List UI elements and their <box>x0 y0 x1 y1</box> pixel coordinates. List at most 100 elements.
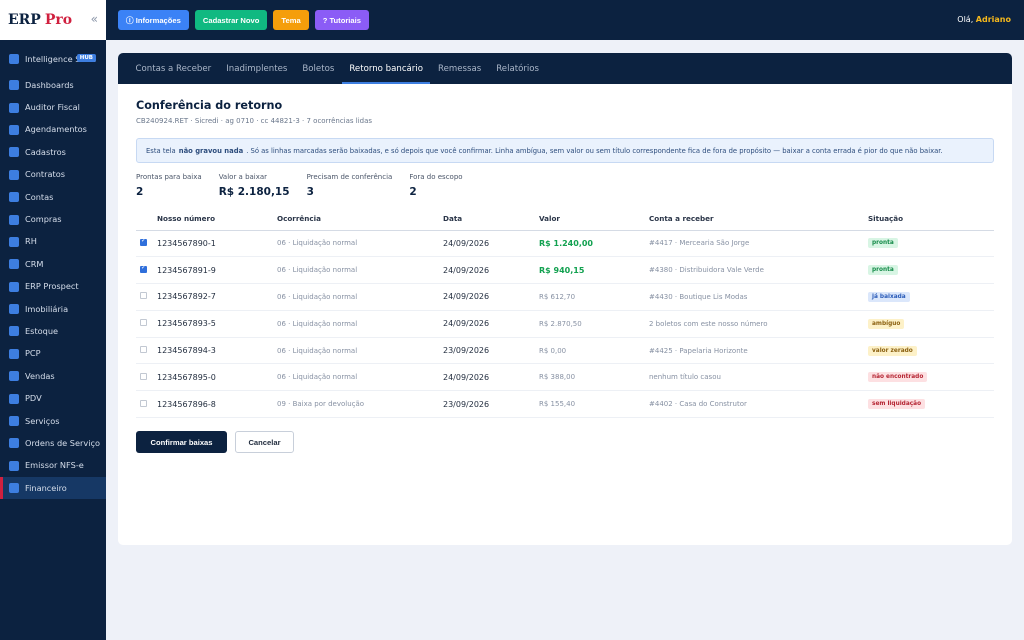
module-icon <box>9 80 19 91</box>
sidebar-item-pcp[interactable]: PCP <box>0 343 106 365</box>
top-bar: ⓘ Informações Cadastrar Novo Tema ? Tuto… <box>106 0 1024 40</box>
module-icon <box>9 259 19 270</box>
column-header: Conta a receber <box>649 208 868 231</box>
valor: R$ 612,70 <box>539 283 649 311</box>
column-header: Situação <box>868 208 994 231</box>
row-checkbox[interactable] <box>140 346 147 354</box>
module-icon <box>9 304 19 315</box>
sidebar-item-compras[interactable]: Compras <box>0 208 106 230</box>
sidebar-item-label: Cadastros <box>25 146 66 157</box>
module-icon <box>9 124 19 135</box>
table-row: 1234567893-5 06 · Liquidação normal 24/0… <box>136 310 994 338</box>
sidebar-item-label: Estoque <box>25 325 59 336</box>
sidebar-item-contratos[interactable]: Contratos <box>0 164 106 186</box>
info-notice: Esta tela não gravou nada . Só as linhas… <box>136 138 994 163</box>
sidebar-item-imobiliaria[interactable]: Imobiliária <box>0 298 106 320</box>
tab-contas-a-receber[interactable]: Contas a Receber <box>128 53 219 84</box>
sidebar-item-rh[interactable]: RH <box>0 231 106 253</box>
stat-value: 2 <box>136 186 144 198</box>
module-icon <box>9 438 19 449</box>
sidebar-item-crm[interactable]: CRM <box>0 253 106 275</box>
sidebar-item-estoque[interactable]: Estoque <box>0 320 106 342</box>
sidebar-item-label: Serviços <box>25 415 60 426</box>
sidebar-item-servicos[interactable]: Serviços <box>0 410 106 432</box>
data: 24/09/2026 <box>443 283 539 311</box>
sidebar: ERP Pro « Intelligence Suite HUB Dashboar… <box>0 0 106 640</box>
module-icon <box>9 371 19 382</box>
page-subtitle: CB240924.RET · Sicredi · ag 0710 · cc 44… <box>136 117 373 125</box>
column-header: Nosso número <box>157 208 277 231</box>
nosso-numero: 1234567891-9 <box>157 256 277 285</box>
module-icon <box>9 460 19 471</box>
theme-button[interactable]: Tema <box>273 10 309 30</box>
add-new-button[interactable]: Cadastrar Novo <box>194 10 268 30</box>
nosso-numero: 1234567890-1 <box>157 230 277 258</box>
sidebar-item-label: ERP Prospect <box>25 281 79 292</box>
sidebar-item-agendamentos[interactable]: Agendamentos <box>0 119 106 141</box>
ocorrencia: 06 · Liquidação normal <box>277 310 443 338</box>
tab-inadimplentes[interactable]: Inadimplentes <box>219 53 295 84</box>
sidebar-item-ordens-de-servico[interactable]: Ordens de Serviço <box>0 432 106 454</box>
sidebar-item-label: PDV <box>25 393 42 404</box>
sidebar-item-label: Agendamentos <box>25 124 87 135</box>
sidebar-item-label: Emissor NFS-e <box>25 460 84 471</box>
table-row: 1234567890-1 06 · Liquidação normal 24/0… <box>136 230 994 258</box>
column-header: Data <box>443 208 539 231</box>
brand-logo: ERP Pro « <box>0 0 106 40</box>
sidebar-item-auditor-fiscal[interactable]: Auditor Fiscal <box>0 96 106 118</box>
row-checkbox[interactable] <box>140 319 147 327</box>
row-checkbox[interactable] <box>140 372 147 380</box>
return-table: Nosso número Ocorrência Data Valor Conta… <box>136 208 994 419</box>
confirm-button[interactable]: Confirmar baixas <box>136 431 227 453</box>
sidebar-item-dashboards[interactable]: Dashboards <box>0 74 106 96</box>
sidebar-item-cadastros[interactable]: Cadastros <box>0 141 106 163</box>
status-badge: sem liquidação <box>868 399 926 410</box>
info-button[interactable]: ⓘ Informações <box>118 10 189 30</box>
tab-relatorios[interactable]: Relatórios <box>489 53 547 84</box>
sidebar-item-label: Auditor Fiscal <box>25 102 80 113</box>
main-card: Contas a Receber Inadimplentes Boletos R… <box>118 53 1012 545</box>
greeting-text: Olá, <box>957 15 974 24</box>
user-name[interactable]: Adriano <box>976 15 1011 24</box>
sidebar-item-contas[interactable]: Contas <box>0 186 106 208</box>
module-icon <box>9 326 19 337</box>
select-column-header <box>136 208 157 231</box>
brand-suffix: Pro <box>44 12 73 28</box>
status-badge: valor zerado <box>868 345 917 356</box>
stat-review: Precisam de conferência 3 <box>307 173 393 198</box>
sidebar-item-label: Vendas <box>25 370 55 381</box>
module-icon <box>9 54 19 64</box>
sidebar-item-financeiro[interactable]: Financeiro <box>0 477 106 500</box>
tab-retorno-bancario[interactable]: Retorno bancário <box>341 53 431 84</box>
collapse-sidebar-icon[interactable]: « <box>91 12 98 26</box>
sidebar-item-pdv[interactable]: PDV <box>0 387 106 409</box>
stat-label: Precisam de conferência <box>306 173 393 181</box>
sidebar-item-vendas[interactable]: Vendas <box>0 365 106 387</box>
nosso-numero: 1234567894-3 <box>157 337 277 365</box>
data: 24/09/2026 <box>443 256 539 285</box>
table-row: 1234567891-9 06 · Liquidação normal 24/0… <box>136 256 994 285</box>
ocorrencia: 06 · Liquidação normal <box>277 337 443 365</box>
cancel-button[interactable]: Cancelar <box>235 431 294 453</box>
valor: R$ 2.870,50 <box>539 310 649 338</box>
sidebar-item-label: Compras <box>25 214 62 225</box>
status-badge: ambíguo <box>868 318 905 329</box>
row-checkbox[interactable] <box>140 292 147 300</box>
tutorials-button[interactable]: ? Tutoriais <box>314 10 369 30</box>
valor: R$ 1.240,00 <box>539 230 649 258</box>
tab-boletos[interactable]: Boletos <box>295 53 342 84</box>
sidebar-item-label: CRM <box>25 258 44 269</box>
sidebar-item-emissor-nfse[interactable]: Emissor NFS-e <box>0 455 106 477</box>
sidebar-item-erp-prospect[interactable]: ERP Prospect <box>0 276 106 298</box>
status-badge: já baixada <box>868 291 910 302</box>
sidebar-item-label: Contas <box>25 191 54 202</box>
column-header: Ocorrência <box>277 208 443 231</box>
valor: R$ 155,40 <box>539 390 649 419</box>
row-checkbox[interactable] <box>140 399 147 407</box>
stat-amount: Valor a baixar R$ 2.180,15 <box>219 173 290 198</box>
row-checkbox[interactable] <box>140 264 147 273</box>
sidebar-item-intelligence-suite[interactable]: Intelligence Suite HUB <box>0 44 106 74</box>
row-checkbox[interactable] <box>140 237 147 246</box>
tab-remessas[interactable]: Remessas <box>430 53 488 84</box>
sidebar-item-label: Dashboards <box>25 79 74 90</box>
